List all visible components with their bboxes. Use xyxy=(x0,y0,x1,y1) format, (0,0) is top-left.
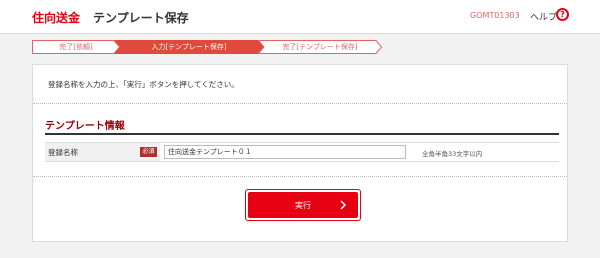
step-label: 完了[テンプレート保存] xyxy=(282,43,358,51)
chevron-right-icon xyxy=(340,200,347,210)
step-label: 入力[テンプレート保存] xyxy=(151,43,227,51)
execute-button[interactable]: 実行 xyxy=(248,192,358,218)
divider xyxy=(33,103,567,104)
step-complete-request: 完了[依頼] xyxy=(32,40,120,54)
question-icon[interactable]: ? xyxy=(556,8,569,21)
section-rule xyxy=(45,133,559,135)
content-card: 登録名称を入力の上、「実行」ボタンを押してください。 テンプレート情報 登録名称… xyxy=(32,64,568,242)
step-complete-template: 完了[テンプレート保存] xyxy=(258,40,382,54)
input-hint: 全角半角33文字以内 xyxy=(422,150,483,158)
field-label: 登録名称 xyxy=(48,148,78,157)
instruction-text: 登録名称を入力の上、「実行」ボタンを押してください。 xyxy=(48,80,239,89)
brand-logo: 住向送金 xyxy=(32,11,81,25)
help-link[interactable]: ヘルプ xyxy=(530,10,557,23)
screen-id: GOMT01303 xyxy=(470,11,520,20)
header: 住向送金 テンプレート保存 GOMT01303 ヘルプ ? xyxy=(0,0,600,34)
execute-button-frame: 実行 xyxy=(245,189,361,221)
section-title: テンプレート情報 xyxy=(45,121,125,132)
progress-steps: 完了[依頼] 入力[テンプレート保存] 完了[テンプレート保存] xyxy=(32,40,382,54)
registration-name-input[interactable] xyxy=(164,145,406,159)
step-label: 完了[依頼] xyxy=(59,43,93,51)
label-cell: 登録名称 必須 xyxy=(45,143,160,161)
step-input-template: 入力[テンプレート保存] xyxy=(114,40,264,54)
page-title: テンプレート保存 xyxy=(93,11,189,25)
required-badge: 必須 xyxy=(140,147,157,157)
form-row-registration-name: 登録名称 必須 全角半角33文字以内 xyxy=(45,142,559,162)
divider xyxy=(33,176,567,177)
